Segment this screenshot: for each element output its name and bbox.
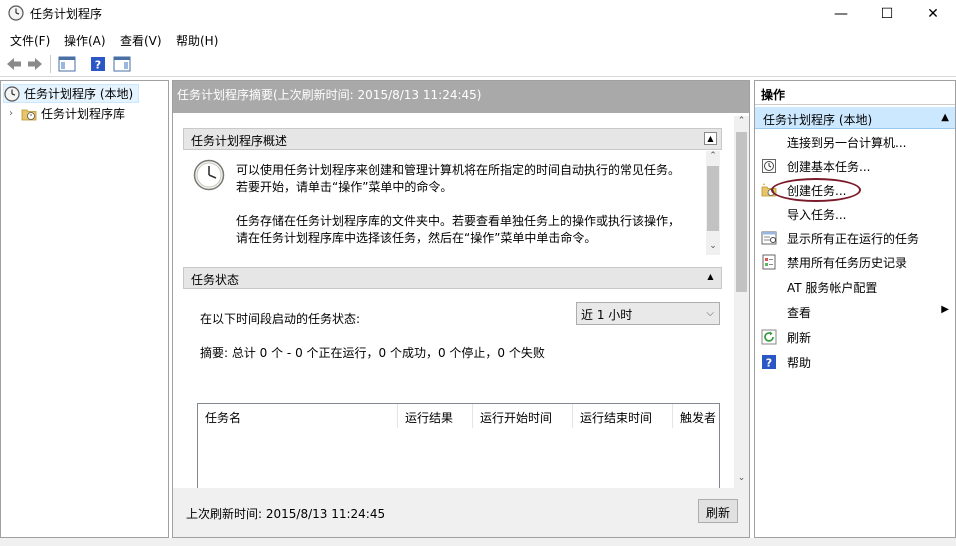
task-scheduler-window: 任务计划程序 — ☐ ✕ 文件(F) 操作(A) 查看(V) 帮助(H) ? 任… [0, 0, 956, 546]
action-at-service-config[interactable]: AT 服务帐户配置 [755, 276, 955, 298]
overview-scrollbar[interactable]: ⌃ ⌄ [706, 151, 720, 255]
action-label: 显示所有正在运行的任务 [787, 232, 920, 246]
column-run-start[interactable]: 运行开始时间 [473, 404, 573, 428]
help-icon: ? [761, 354, 777, 370]
status-section-header[interactable]: 任务状态 ▲ [183, 267, 722, 289]
scroll-up-icon[interactable]: ⌃ [706, 151, 720, 165]
tree-item-label: 任务计划程序 (本地) [24, 87, 134, 101]
task-status-table: 任务名 运行结果 运行开始时间 运行结束时间 触发者 [197, 403, 720, 489]
scroll-thumb[interactable] [707, 166, 719, 231]
action-create-basic-task[interactable]: 创建基本任务... [755, 155, 955, 177]
scroll-down-icon[interactable]: ⌄ [706, 241, 720, 255]
scroll-down-icon[interactable]: ⌄ [734, 473, 749, 488]
back-arrow-icon[interactable] [4, 54, 24, 74]
tree-item-scheduler-local[interactable]: 任务计划程序 (本地) [3, 84, 139, 103]
window-title: 任务计划程序 [30, 7, 103, 21]
actions-group-header[interactable]: 任务计划程序 (本地) ▲ [755, 107, 955, 129]
svg-text:?: ? [95, 59, 101, 72]
basic-task-icon [761, 158, 777, 174]
column-task-name[interactable]: 任务名 [198, 404, 398, 428]
show-hide-console-tree-icon[interactable] [57, 54, 77, 74]
clock-icon [193, 159, 225, 194]
menu-file[interactable]: 文件(F) [10, 32, 50, 49]
action-help[interactable]: ? 帮助 [755, 351, 955, 373]
actions-title: 操作 [755, 81, 955, 105]
chevron-right-icon: ▶ [941, 304, 949, 315]
column-trigger[interactable]: 触发者 [673, 404, 719, 428]
console-tree: 任务计划程序 (本地) › 任务计划程序库 [0, 80, 169, 538]
history-icon [761, 254, 777, 270]
forward-arrow-icon[interactable] [25, 54, 45, 74]
menu-bar: 文件(F) 操作(A) 查看(V) 帮助(H) [0, 28, 956, 50]
minimize-button[interactable]: — [818, 0, 864, 28]
clock-icon [4, 85, 20, 102]
help-icon[interactable]: ? [88, 54, 108, 74]
refresh-button[interactable]: 刷新 [698, 499, 738, 523]
action-connect-computer[interactable]: 连接到另一台计算机... [755, 131, 955, 153]
action-show-running-tasks[interactable]: 显示所有正在运行的任务 [755, 227, 955, 249]
title-bar: 任务计划程序 — ☐ ✕ [0, 0, 956, 28]
action-label: 帮助 [787, 356, 812, 370]
clock-icon [8, 5, 24, 21]
action-label: 查看 [787, 306, 812, 320]
summary-scrollbar[interactable]: ⌃ ⌄ [734, 116, 749, 488]
menu-action[interactable]: 操作(A) [64, 32, 106, 49]
collapse-icon[interactable]: ▲ [704, 132, 717, 145]
summary-pane: 任务计划程序摘要(上次刷新时间: 2015/8/13 11:24:45) 任务计… [172, 80, 750, 538]
chevron-right-icon[interactable]: › [9, 108, 21, 119]
tree-item-label: 任务计划程序库 [41, 107, 126, 121]
status-period-value: 近 1 小时 [581, 308, 633, 322]
status-title: 任务状态 [191, 273, 240, 287]
status-summary: 摘要: 总计 0 个 - 0 个正在运行，0 个成功，0 个停止，0 个失败 [200, 346, 545, 360]
collapse-icon[interactable]: ▲ [704, 271, 717, 284]
maximize-button[interactable]: ☐ [864, 0, 910, 28]
overview-body: 可以使用任务计划程序来创建和管理计算机将在所指定的时间自动执行的常见任务。 若要… [184, 152, 708, 252]
overview-section-header[interactable]: 任务计划程序概述 ▲ [183, 128, 722, 150]
toolbar: ? [0, 51, 956, 77]
tree-item-scheduler-library[interactable]: › 任务计划程序库 [9, 104, 125, 123]
actions-group-label: 任务计划程序 (本地) [763, 113, 873, 127]
action-label: AT 服务帐户配置 [787, 281, 878, 295]
overview-line-4: 请在任务计划程序库中选择该任务，然后在“操作”菜单中单击命令。 [236, 231, 597, 245]
toolbar-separator [50, 55, 51, 73]
refresh-icon [761, 329, 777, 345]
chevron-down-icon: ⌵ [706, 308, 714, 319]
column-run-end[interactable]: 运行结束时间 [573, 404, 673, 428]
action-label: 禁用所有任务历史记录 [787, 256, 908, 270]
table-header: 任务名 运行结果 运行开始时间 运行结束时间 触发者 [198, 404, 719, 428]
column-run-result[interactable]: 运行结果 [398, 404, 473, 428]
annotation-circle [771, 178, 861, 202]
close-button[interactable]: ✕ [910, 0, 956, 28]
action-disable-history[interactable]: 禁用所有任务历史记录 [755, 251, 955, 273]
action-refresh[interactable]: 刷新 [755, 326, 955, 348]
show-hide-action-pane-icon[interactable] [112, 54, 132, 74]
scroll-up-icon[interactable]: ⌃ [734, 116, 749, 131]
status-bar [0, 538, 956, 546]
summary-footer: 上次刷新时间: 2015/8/13 11:24:45 [173, 488, 749, 537]
actions-pane: 操作 任务计划程序 (本地) ▲ 连接到另一台计算机... 创建基本任务... … [754, 80, 956, 538]
overview-line-2: 若要开始，请单击“操作”菜单中的命令。 [236, 180, 453, 194]
svg-text:?: ? [766, 357, 772, 370]
folder-clock-icon [21, 106, 37, 122]
action-label: 创建基本任务... [787, 160, 871, 174]
action-view[interactable]: 查看 ▶ [755, 301, 955, 323]
menu-help[interactable]: 帮助(H) [176, 32, 218, 49]
status-period-select[interactable]: 近 1 小时 ⌵ [576, 302, 720, 325]
scroll-thumb[interactable] [736, 132, 747, 292]
menu-view[interactable]: 查看(V) [120, 32, 162, 49]
status-period-label: 在以下时间段启动的任务状态: [200, 312, 361, 326]
collapse-icon[interactable]: ▲ [941, 112, 949, 123]
action-label: 连接到另一台计算机... [787, 136, 907, 150]
action-label: 导入任务... [787, 208, 847, 222]
last-refresh-text: 上次刷新时间: 2015/8/13 11:24:45 [186, 507, 386, 521]
action-import-task[interactable]: 导入任务... [755, 203, 955, 225]
overview-title: 任务计划程序概述 [191, 134, 288, 148]
overview-line-1: 可以使用任务计划程序来创建和管理计算机将在所指定的时间自动执行的常见任务。 [236, 163, 681, 177]
overview-line-3: 任务存储在任务计划程序库的文件夹中。若要查看单独任务上的操作或执行该操作， [236, 214, 681, 228]
action-label: 刷新 [787, 331, 812, 345]
summary-header: 任务计划程序摘要(上次刷新时间: 2015/8/13 11:24:45) [173, 81, 749, 113]
running-tasks-icon [761, 230, 777, 246]
